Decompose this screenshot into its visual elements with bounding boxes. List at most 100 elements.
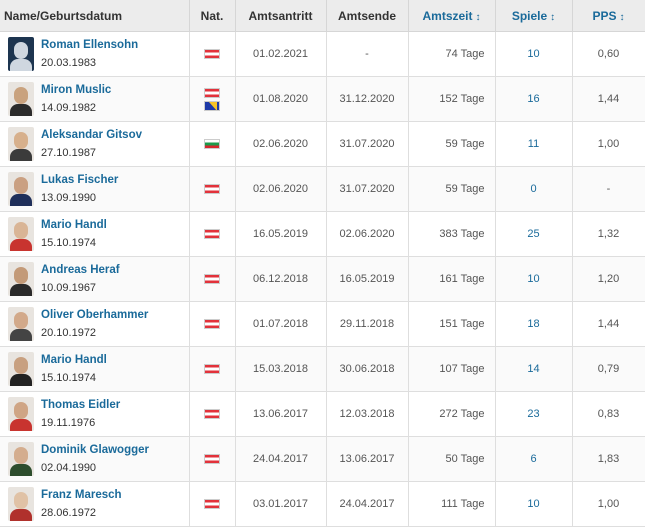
player-name-link[interactable]: Mario Handl [41,351,107,369]
cell-nationality [189,256,236,302]
photo-head [14,267,28,284]
cell-games: 0 [495,166,573,212]
cell-name: Aleksandar Gitsov 27.10.1987 [0,121,190,167]
player-photo[interactable] [8,397,34,431]
cell-end: 24.04.2017 [326,481,409,527]
games-link[interactable]: 10 [527,498,539,510]
player-birthdate: 14.09.1982 [41,102,97,114]
player-photo[interactable] [8,217,34,251]
flag-austria-icon [204,49,220,59]
photo-body [10,239,32,251]
player-photo[interactable] [8,127,34,161]
flag-austria-icon [204,454,220,464]
cell-pps: 1,44 [572,301,645,347]
games-link[interactable]: 25 [527,228,539,240]
games-link[interactable]: 18 [527,318,539,330]
player-name-link[interactable]: Thomas Eidler [41,396,120,414]
table-row: Roman Ellensohn 20.03.1983 01.02.2021 - … [0,31,645,77]
cell-pps: 1,00 [572,481,645,527]
photo-head [14,132,28,149]
player-birthdate: 27.10.1987 [41,147,97,159]
photo-body [10,149,32,161]
table-header-row: Name/Geburtsdatum Nat. Amtsantritt Amtse… [0,0,645,32]
player-photo[interactable] [8,352,34,386]
player-block: Lukas Fischer 13.09.1990 [0,171,189,207]
player-name-link[interactable]: Mario Handl [41,216,107,234]
player-photo[interactable] [8,82,34,116]
flag-austria-icon [204,229,220,239]
photo-body [10,419,32,431]
player-photo[interactable] [8,262,34,296]
player-photo-placeholder[interactable] [8,37,34,71]
cell-nationality [189,481,236,527]
games-link[interactable]: 14 [527,363,539,375]
player-block: Mario Handl 15.10.1974 [0,351,189,387]
cell-pps: 1,32 [572,211,645,257]
cell-end: 29.11.2018 [326,301,409,347]
cell-start: 02.06.2020 [235,121,327,167]
column-header-pps[interactable]: PPS ↕ [572,0,645,32]
flag-austria-icon [204,87,220,98]
cell-end: 13.06.2017 [326,436,409,482]
cell-tenure: 59 Tage [408,121,496,167]
cell-pps: 1,20 [572,256,645,302]
cell-tenure: 74 Tage [408,31,496,77]
cell-end: 30.06.2018 [326,346,409,392]
player-block: Roman Ellensohn 20.03.1983 [0,36,189,72]
cell-tenure: 152 Tage [408,76,496,122]
player-photo[interactable] [8,442,34,476]
player-birthdate: 02.04.1990 [41,462,97,474]
games-link[interactable]: 0 [530,183,536,195]
player-photo[interactable] [8,487,34,521]
flag-austria-icon [204,319,220,329]
player-name-link[interactable]: Oliver Oberhammer [41,306,148,324]
player-birthdate: 15.10.1974 [41,372,97,384]
player-block: Mario Handl 15.10.1974 [0,216,189,252]
column-header-games[interactable]: Spiele ↕ [495,0,573,32]
nationality-flags [190,49,235,59]
games-link[interactable]: 11 [528,138,539,150]
column-header-tenure[interactable]: Amtszeit ↕ [408,0,496,32]
cell-pps: 1,83 [572,436,645,482]
player-name-link[interactable]: Aleksandar Gitsov [41,126,142,144]
flag-bulgaria-icon [204,139,220,149]
photo-body [10,104,32,116]
player-birthdate: 15.10.1974 [41,237,97,249]
player-name-link[interactable]: Franz Maresch [41,486,122,504]
table-row: Miron Muslic 14.09.1982 01.08.2020 31.12… [0,76,645,122]
cell-name: Mario Handl 15.10.1974 [0,346,190,392]
cell-nationality [189,346,236,392]
cell-games: 10 [495,481,573,527]
games-link[interactable]: 23 [527,408,539,420]
sort-icon: ↕ [475,11,481,23]
player-birthdate: 20.03.1983 [41,57,97,69]
player-info: Dominik Glawogger 02.04.1990 [41,441,149,477]
player-photo[interactable] [8,307,34,341]
silhouette-body [10,59,32,71]
player-name-link[interactable]: Dominik Glawogger [41,441,149,459]
games-link[interactable]: 10 [527,273,539,285]
player-block: Aleksandar Gitsov 27.10.1987 [0,126,189,162]
cell-start: 02.06.2020 [235,166,327,212]
games-link[interactable]: 10 [527,48,539,60]
player-name-link[interactable]: Roman Ellensohn [41,36,138,54]
cell-end: 31.12.2020 [326,76,409,122]
player-info: Roman Ellensohn 20.03.1983 [41,36,138,72]
games-link[interactable]: 16 [527,93,539,105]
cell-name: Dominik Glawogger 02.04.1990 [0,436,190,482]
cell-nationality [189,31,236,77]
cell-games: 11 [495,121,573,167]
nationality-flags [190,229,235,239]
cell-tenure: 59 Tage [408,166,496,212]
player-photo[interactable] [8,172,34,206]
player-name-link[interactable]: Miron Muslic [41,81,111,99]
nationality-flags [190,454,235,464]
nationality-flags [190,364,235,374]
cell-pps: 1,00 [572,121,645,167]
photo-head [14,222,28,239]
photo-body [10,329,32,341]
games-link[interactable]: 6 [530,453,536,465]
cell-pps: 1,44 [572,76,645,122]
player-name-link[interactable]: Andreas Heraf [41,261,120,279]
player-name-link[interactable]: Lukas Fischer [41,171,118,189]
